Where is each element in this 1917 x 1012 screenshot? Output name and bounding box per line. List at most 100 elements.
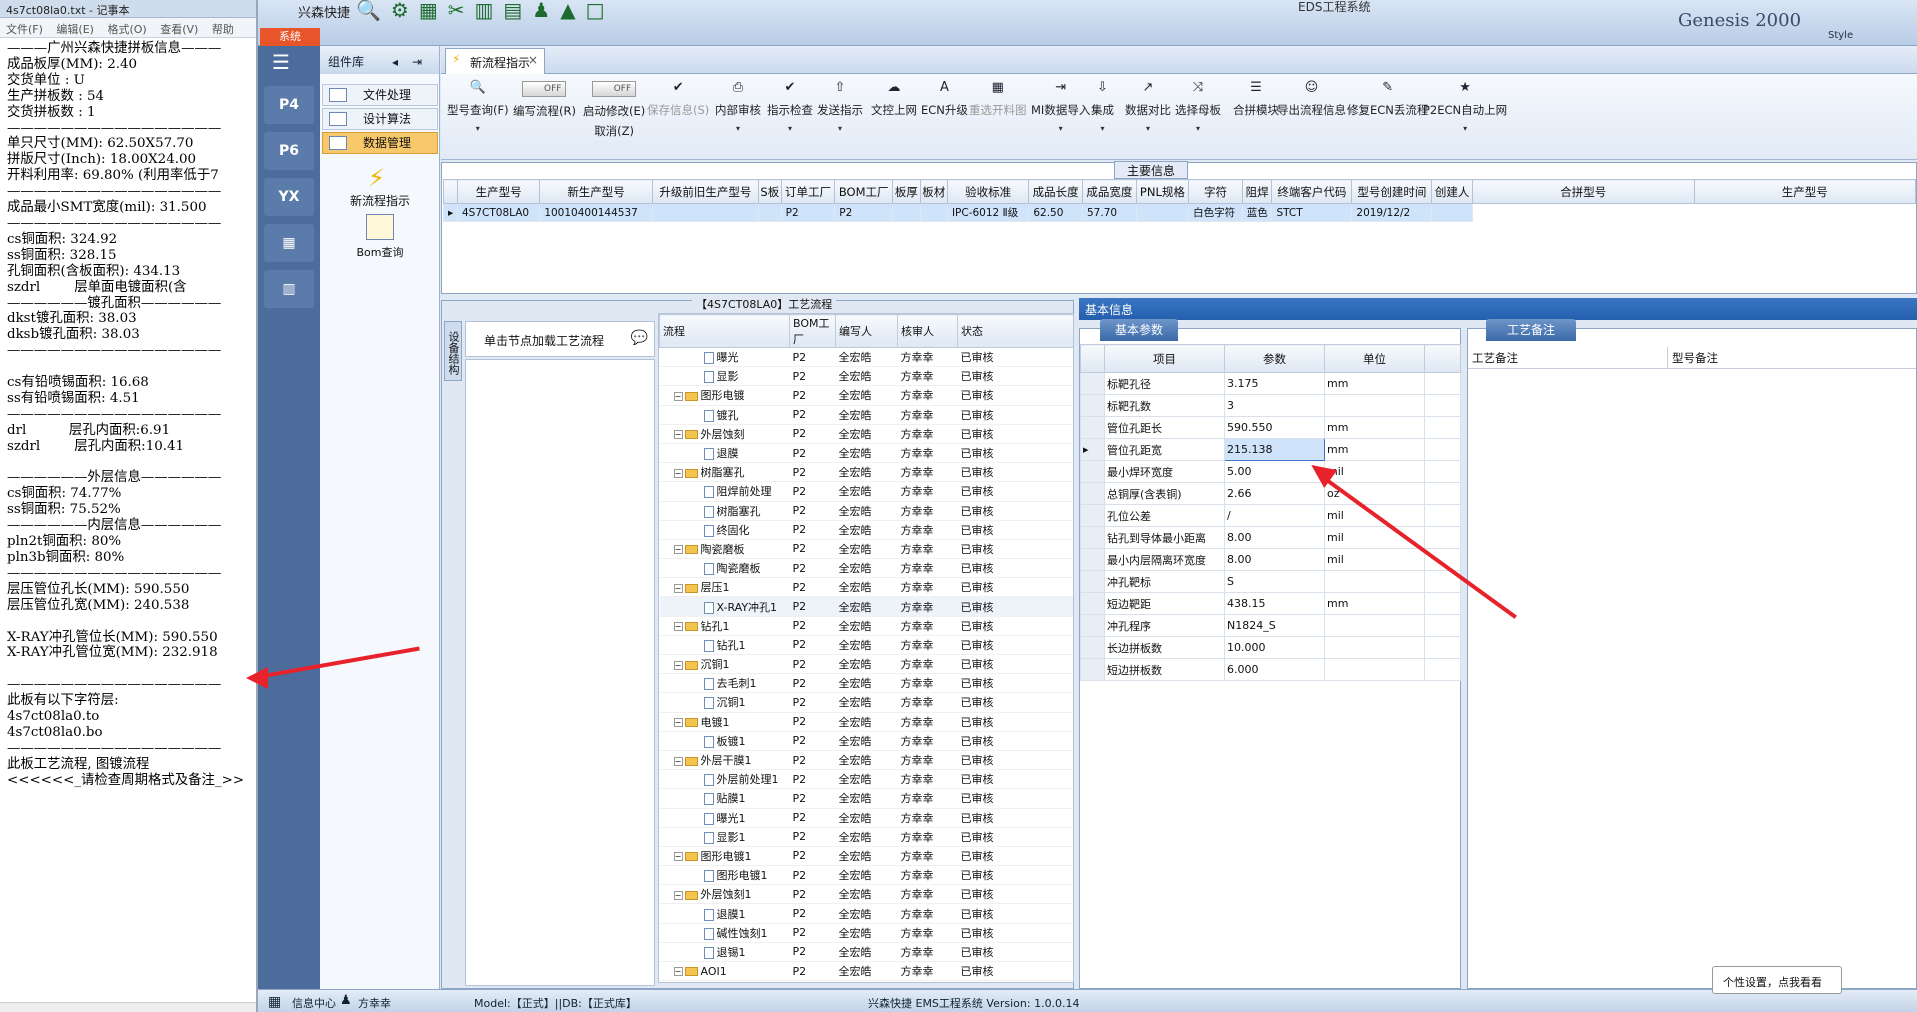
- hamburger-icon[interactable]: ☰: [272, 52, 302, 72]
- chevron-down-icon[interactable]: ▾: [767, 124, 813, 133]
- table-cell[interactable]: 2019/12/2: [1351, 203, 1433, 222]
- tree-node[interactable]: 退膜: [659, 443, 790, 464]
- personalize-tip[interactable]: 个性设置，点我看看: [1712, 966, 1842, 994]
- tab-new-flow[interactable]: ⚡ 新流程指示 ×: [445, 48, 545, 74]
- tab-process-remark[interactable]: 工艺备注: [1486, 319, 1576, 341]
- notepad-text[interactable]: ———广州兴森快捷拼板信息——— 成品板厚(MM): 2.40 交货单位 : U…: [0, 38, 256, 1003]
- tree-row[interactable]: − AOI1 P2 全宏皓 方幸幸 已审核: [659, 961, 1073, 982]
- tree-node[interactable]: − 图形电镀: [659, 385, 790, 406]
- table-cell[interactable]: STCT: [1271, 203, 1353, 222]
- rail-calc-button[interactable]: ▦: [264, 224, 314, 262]
- table-cell[interactable]: 57.70: [1082, 203, 1137, 222]
- tree-row[interactable]: − 钻孔1 P2 全宏皓 方幸幸 已审核: [659, 616, 1073, 636]
- tree-row[interactable]: 退膜1 P2 全宏皓 方幸幸 已审核: [659, 903, 1073, 924]
- param-value[interactable]: /: [1224, 504, 1325, 527]
- ribbon-icons[interactable]: 🔍⚙▦✂▥▤♟▲□: [356, 0, 615, 22]
- comp-item-file[interactable]: 文件处理: [322, 84, 438, 106]
- tree-row[interactable]: 碱性蚀刻1 P2 全宏皓 方幸幸 已审核: [659, 923, 1073, 943]
- chevron-down-icon[interactable]: ▾: [1423, 124, 1507, 133]
- tree-row[interactable]: − 图形电镀 P2 全宏皓 方幸幸 已审核: [659, 385, 1073, 406]
- tree-row[interactable]: − 外层蚀刻1 P2 全宏皓 方幸幸 已审核: [659, 884, 1073, 905]
- col-header[interactable]: PNL规格: [1135, 179, 1190, 204]
- param-value[interactable]: 8.00: [1224, 548, 1325, 571]
- toolbar-button-11[interactable]: ⇩ 集成 ▾: [1091, 80, 1114, 150]
- tree-node[interactable]: 退锡1: [659, 942, 790, 963]
- menu-edit[interactable]: 编辑(E): [56, 23, 94, 36]
- pin-icon[interactable]: ⇥: [412, 55, 422, 69]
- rail-tools-button[interactable]: ▥: [264, 270, 314, 308]
- rail-p4-button[interactable]: P4: [264, 86, 314, 124]
- table-cell[interactable]: [758, 203, 782, 222]
- chevron-down-icon[interactable]: ▾: [817, 124, 863, 133]
- param-value[interactable]: S: [1224, 570, 1325, 593]
- tree-node[interactable]: 沉铜1: [659, 692, 790, 713]
- toggle-switch[interactable]: OFF: [592, 81, 637, 97]
- menu-help[interactable]: 帮助: [212, 23, 234, 36]
- menu-view[interactable]: 查看(V): [160, 23, 198, 36]
- tree-row[interactable]: 曝光1 P2 全宏皓 方幸幸 已审核: [659, 808, 1073, 828]
- tab-basic-params[interactable]: 基本参数: [1100, 319, 1178, 341]
- toolbar-button-1[interactable]: OFF 编写流程(R): [513, 80, 576, 150]
- tree-node[interactable]: 碱性蚀刻1: [659, 923, 790, 943]
- param-row[interactable]: 标靶孔径 3.175 mm: [1080, 372, 1461, 395]
- system-menu-button[interactable]: 系统: [260, 28, 320, 46]
- param-row[interactable]: 长边拼板数 10.000: [1080, 636, 1461, 659]
- param-value[interactable]: N1824_S: [1224, 614, 1325, 637]
- table-cell[interactable]: 10010400144537: [539, 203, 653, 222]
- table-cell[interactable]: 4S7CT08LA0: [456, 203, 541, 222]
- param-row[interactable]: 短边拼板数 6.000: [1080, 658, 1461, 681]
- tree-node[interactable]: 显影: [659, 366, 790, 387]
- col-header[interactable]: 成品长度: [1028, 179, 1083, 204]
- table-cell[interactable]: [892, 203, 921, 222]
- param-row[interactable]: ▸ 管位孔距宽 215.138 mm: [1080, 438, 1461, 461]
- tree-row[interactable]: 贴膜1 P2 全宏皓 方幸幸 已审核: [659, 788, 1073, 809]
- chevron-down-icon[interactable]: ▾: [1091, 124, 1114, 133]
- tree-node[interactable]: − 外层干膜1: [659, 750, 790, 771]
- tree-node[interactable]: 曝光: [659, 347, 790, 368]
- param-value[interactable]: 10.000: [1224, 636, 1325, 659]
- toolbar-button-14[interactable]: ☰ 合拼模块: [1233, 80, 1279, 150]
- tree-row[interactable]: − 外层蚀刻 P2 全宏皓 方幸幸 已审核: [659, 424, 1073, 444]
- tree-row[interactable]: 显影1 P2 全宏皓 方幸幸 已审核: [659, 827, 1073, 847]
- tree-row[interactable]: 退锡1 P2 全宏皓 方幸幸 已审核: [659, 942, 1073, 963]
- toolbar-button-6[interactable]: ⇧ 发送指示 ▾: [817, 80, 863, 150]
- tree-row[interactable]: 钻孔1 P2 全宏皓 方幸幸 已审核: [659, 635, 1073, 656]
- tree-row[interactable]: 曝光 P2 全宏皓 方幸幸 已审核: [659, 347, 1073, 368]
- menu-format[interactable]: 格式(O): [107, 23, 146, 36]
- equipment-structure-tab[interactable]: 设备结构: [444, 321, 462, 381]
- bom-search-icon[interactable]: [366, 214, 394, 240]
- info-center[interactable]: 信息中心: [292, 995, 336, 1011]
- col-header-unit[interactable]: 单位: [1324, 344, 1425, 373]
- tree-node[interactable]: 退膜1: [659, 903, 790, 924]
- col-header[interactable]: 验收标准: [946, 179, 1030, 204]
- table-cell[interactable]: [919, 203, 948, 222]
- col-header[interactable]: 新生产型号: [539, 179, 653, 204]
- param-value[interactable]: 590.550: [1224, 416, 1325, 439]
- expand-icon[interactable]: −: [673, 430, 683, 440]
- tree-node[interactable]: 曝光1: [659, 808, 790, 828]
- tree-row[interactable]: 图形电镀1 P2 全宏皓 方幸幸 已审核: [659, 865, 1073, 886]
- col-header-param[interactable]: 参数: [1224, 344, 1325, 373]
- tree-node[interactable]: 外层前处理1: [659, 769, 790, 790]
- param-value[interactable]: 215.138: [1224, 438, 1325, 461]
- chevron-down-icon[interactable]: ▾: [1125, 124, 1171, 133]
- col-header[interactable]: 生产型号: [1693, 179, 1916, 204]
- rail-yx-button[interactable]: YX: [264, 178, 314, 216]
- toolbar-button-17[interactable]: ★ P2ECN自动上网 ▾: [1423, 80, 1507, 150]
- tree-node[interactable]: − 电镀1: [659, 712, 790, 732]
- param-value[interactable]: 3: [1224, 394, 1325, 417]
- tree-row[interactable]: 沉铜1 P2 全宏皓 方幸幸 已审核: [659, 692, 1073, 713]
- col-header[interactable]: 字符: [1188, 179, 1243, 204]
- col-header[interactable]: 订单工厂: [780, 179, 836, 204]
- tree-node[interactable]: 去毛刺1: [659, 673, 790, 694]
- col-header[interactable]: S板: [758, 179, 782, 204]
- comp-item-design[interactable]: 设计算法: [322, 108, 438, 130]
- param-value[interactable]: 2.66: [1224, 482, 1325, 505]
- tree-row[interactable]: − 陶瓷磨板 P2 全宏皓 方幸幸 已审核: [659, 539, 1073, 560]
- grid-icon[interactable]: ▦: [268, 994, 281, 1010]
- col-header[interactable]: 成品宽度: [1082, 179, 1137, 204]
- tree-node[interactable]: 显影1: [659, 827, 790, 847]
- tree-node[interactable]: 外层AOI1: [659, 980, 790, 982]
- toolbar-button-12[interactable]: ↗ 数据对比 ▾: [1125, 80, 1171, 150]
- tree-node[interactable]: − 层压1: [659, 577, 790, 598]
